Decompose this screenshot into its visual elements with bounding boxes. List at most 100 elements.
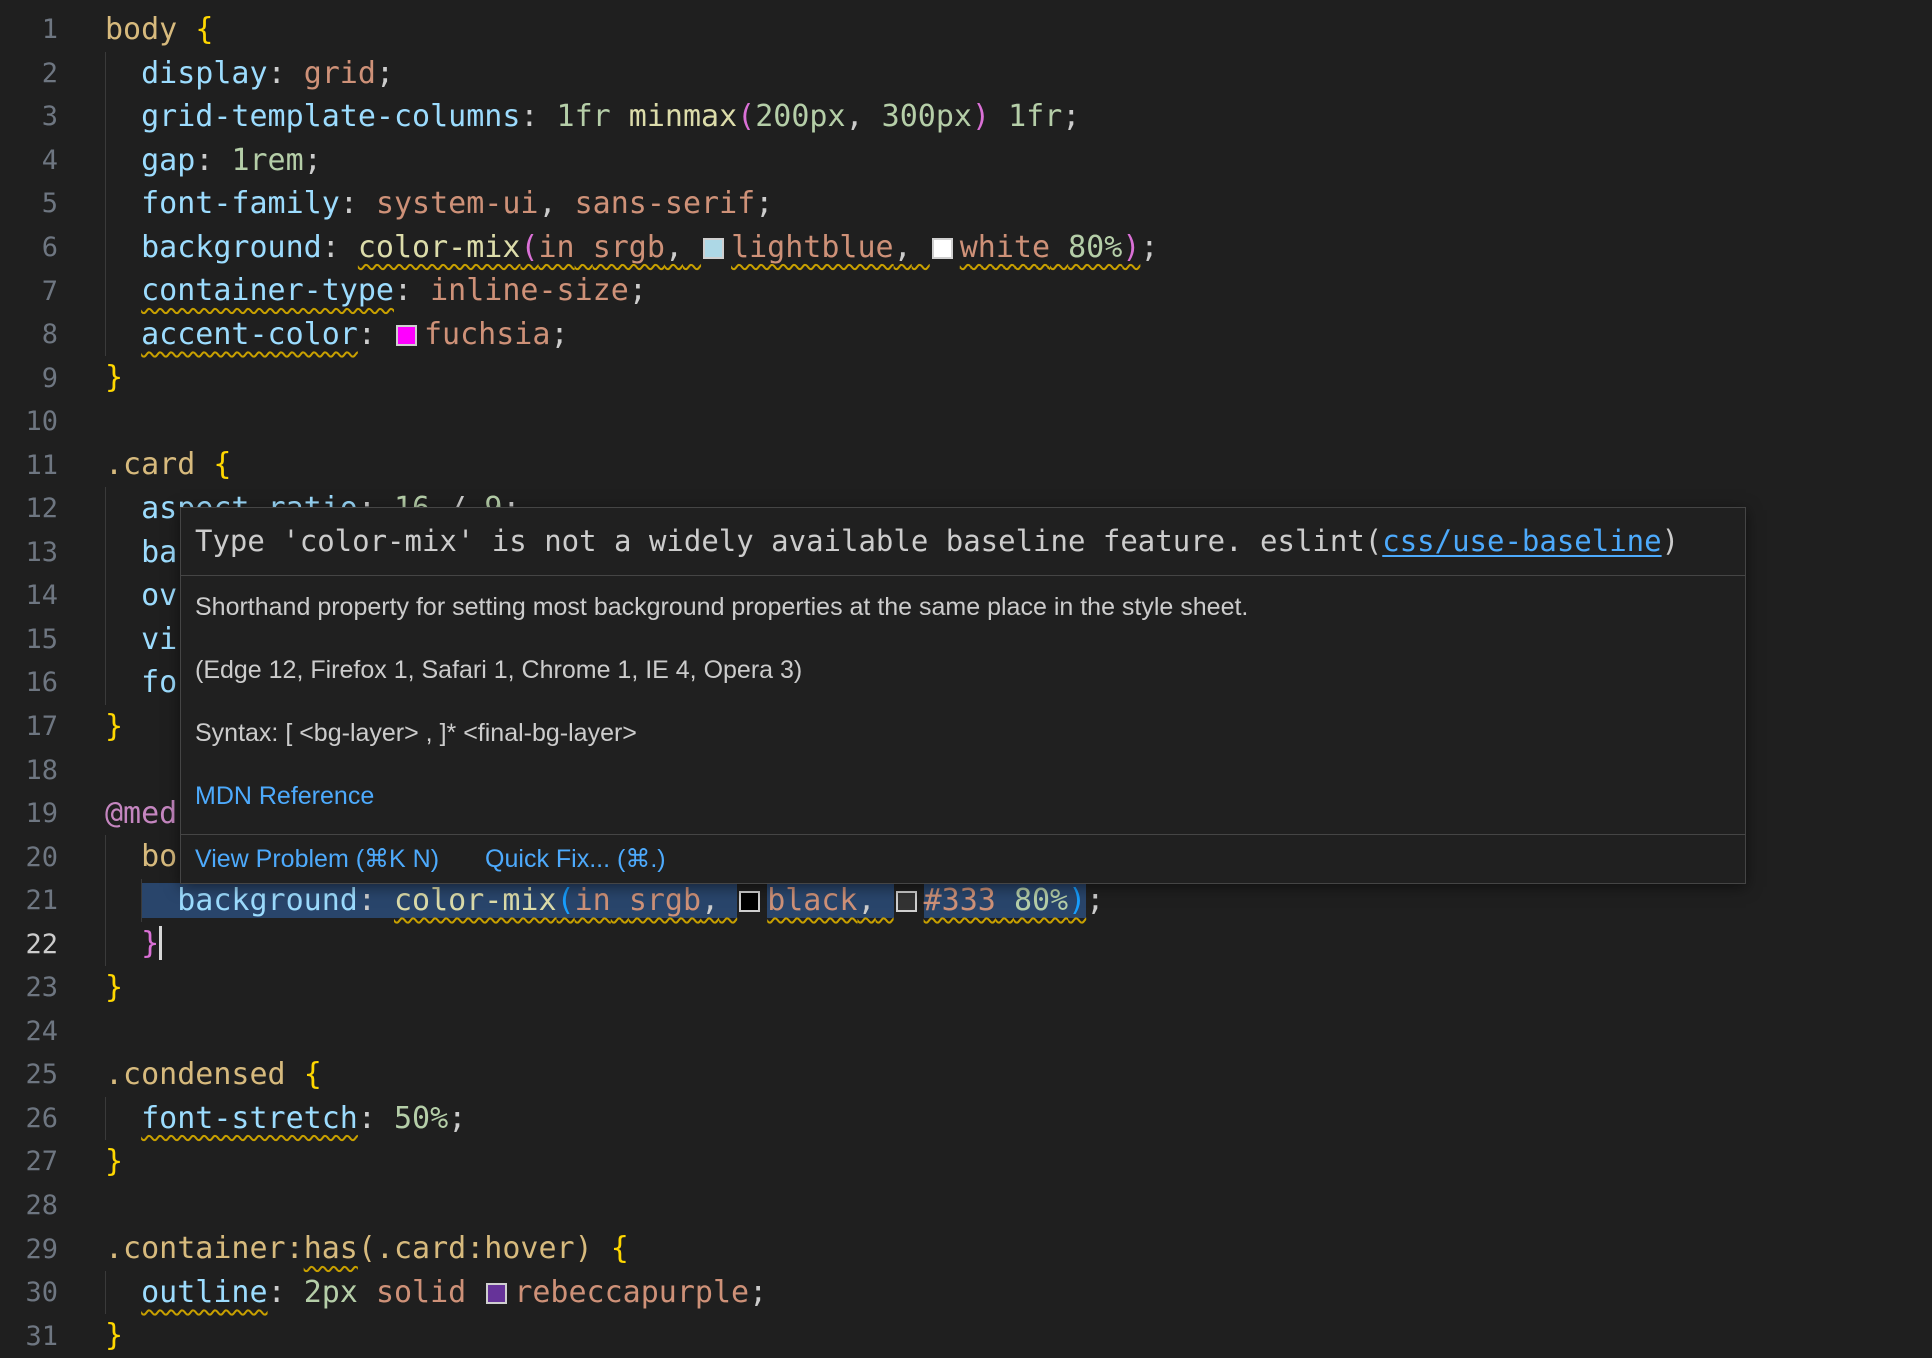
color-swatch[interactable] [703,238,724,259]
code-token [105,273,141,308]
line-number: 8 [0,319,58,350]
code-token: , [665,230,683,265]
code-line[interactable]: 31} [0,1314,1932,1358]
code-line[interactable]: 7 container-type: inline-size; [0,269,1932,313]
code-line[interactable]: 2 display: grid; [0,52,1932,96]
code-line-text: } [105,705,123,749]
code-line[interactable]: 30 outline: 2px solid rebeccapurple; [0,1271,1932,1315]
code-line[interactable]: 8 accent-color: fuchsia; [0,313,1932,357]
color-swatch[interactable] [896,891,917,912]
code-token: , [539,186,557,221]
code-line[interactable]: 9} [0,356,1932,400]
code-token: } [105,1318,123,1353]
code-line[interactable]: 26 font-stretch: 50%; [0,1097,1932,1141]
color-swatch[interactable] [932,238,953,259]
line-number: 26 [0,1103,58,1134]
code-token: : [268,56,286,91]
code-line[interactable]: 11.card { [0,443,1932,487]
code-token: ov [141,578,177,613]
hover-actions-bar: View Problem (⌘K N) Quick Fix... (⌘.) [181,834,1745,883]
code-token [412,273,430,308]
line-number: 1 [0,14,58,45]
line-number: 7 [0,276,58,307]
code-token: : [268,1275,286,1310]
code-line-text: .card { [105,443,231,487]
indent-guide [105,139,106,183]
indent-guide [105,269,106,313]
code-token: outline [141,1275,267,1310]
indent-guide [105,531,106,575]
code-line[interactable]: 28 [0,1184,1932,1228]
view-problem-link[interactable]: View Problem (⌘K N) [195,844,439,874]
code-line[interactable]: 22 } [0,922,1932,966]
code-token: .card [105,447,195,482]
code-line[interactable]: 23} [0,966,1932,1010]
code-token: : [394,273,412,308]
code-token [286,56,304,91]
code-token: background [177,883,358,918]
code-line[interactable]: 24 [0,1010,1932,1054]
code-token [213,143,231,178]
code-token: sans-serif [575,186,756,221]
code-token [466,1275,484,1310]
code-token: display [141,56,267,91]
code-token [105,839,141,874]
line-number: 15 [0,624,58,655]
code-token: ; [1086,883,1104,918]
indent-guide [141,879,142,923]
code-line[interactable]: 27} [0,1140,1932,1184]
color-swatch[interactable] [396,325,417,346]
code-token: , [701,883,719,918]
quick-fix-link[interactable]: Quick Fix... (⌘.) [485,844,666,874]
code-token: ) [1122,230,1140,265]
code-line[interactable]: 21 background: color-mix(in srgb, black,… [0,879,1932,923]
indent-guide [105,95,106,139]
line-number: 6 [0,232,58,263]
code-line-text: ov [105,574,177,618]
code-token: , [846,99,864,134]
code-token: ) [972,99,990,134]
code-token [105,1101,141,1136]
color-swatch[interactable] [739,891,760,912]
code-token: has [304,1231,358,1266]
code-line[interactable]: 3 grid-template-columns: 1fr minmax(200p… [0,95,1932,139]
code-token: fuchsia [424,317,550,352]
line-number: 21 [0,885,58,916]
code-token: accent-color [141,317,358,352]
code-token [575,230,593,265]
code-token: #333 [924,883,996,918]
indent-guide [105,618,106,662]
code-line-text: grid-template-columns: 1fr minmax(200px,… [105,95,1080,139]
code-line[interactable]: 5 font-family: system-ui, sans-serif; [0,182,1932,226]
code-token: } [105,360,123,395]
code-line[interactable]: 1body { [0,8,1932,52]
mdn-reference-link[interactable]: MDN Reference [195,781,1731,812]
code-line-text: font-family: system-ui, sans-serif; [105,182,773,226]
code-line[interactable]: 10 [0,400,1932,444]
indent-guide [105,226,106,270]
code-line[interactable]: 6 background: color-mix(in srgb, lightbl… [0,226,1932,270]
line-number: 20 [0,842,58,873]
code-token [376,1101,394,1136]
code-token: (.card:hover) [358,1231,593,1266]
code-token: bo [141,839,177,874]
code-token: srgb [593,230,665,265]
color-swatch[interactable] [486,1283,507,1304]
indent-guide [105,879,106,923]
browser-support: (Edge 12, Firefox 1, Safari 1, Chrome 1,… [195,655,1731,686]
line-number: 25 [0,1059,58,1090]
code-line[interactable]: 29.container:has(.card:hover) { [0,1227,1932,1271]
line-number: 19 [0,798,58,829]
code-token: 1rem [231,143,303,178]
diagnostic-rule-link[interactable]: css/use-baseline [1382,524,1661,558]
indent-guide [105,835,106,879]
indent-guide [105,487,106,531]
code-line-text: } [105,1140,123,1184]
code-line[interactable]: 25.condensed { [0,1053,1932,1097]
code-line[interactable]: 4 gap: 1rem; [0,139,1932,183]
code-token: container-type [141,273,394,308]
code-line-text: container-type: inline-size; [105,269,647,313]
code-token: ( [557,883,575,918]
code-token [912,230,930,265]
code-token [593,1231,611,1266]
